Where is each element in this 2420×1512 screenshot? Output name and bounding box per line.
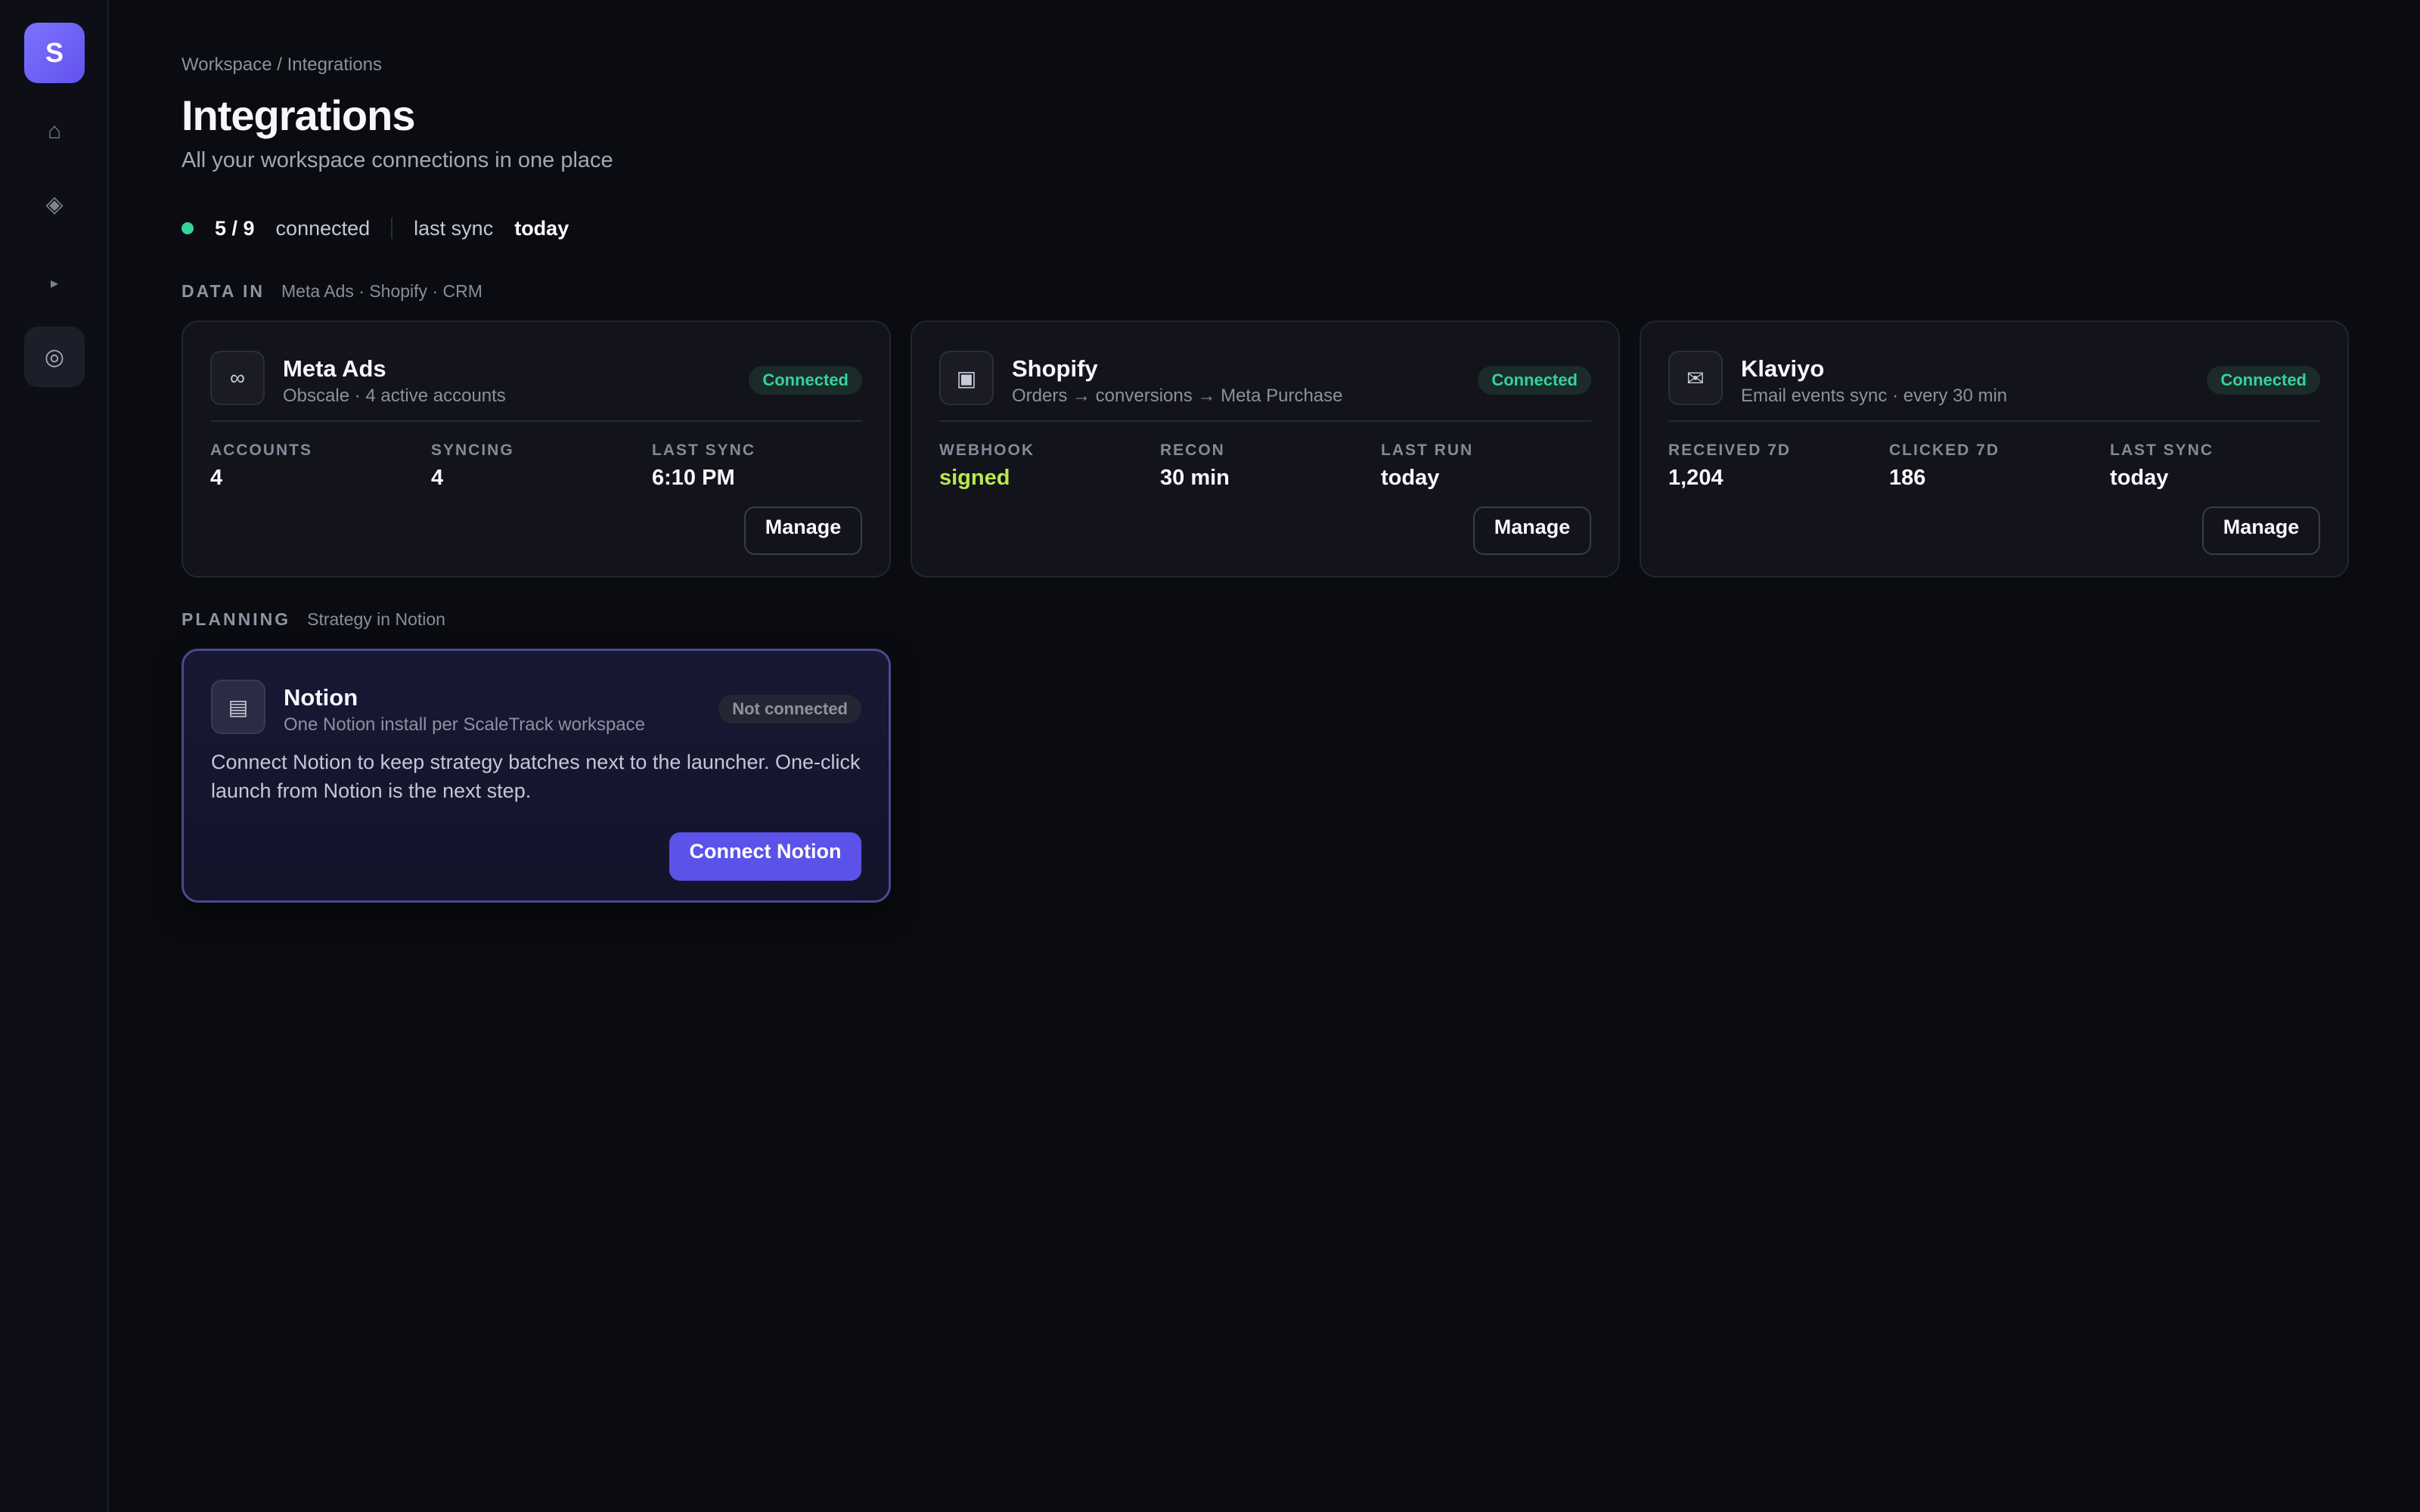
status-badge: Connected xyxy=(2207,366,2320,395)
stat-last-run: LAST RUN today xyxy=(1381,442,1473,491)
home-icon: ⌂ xyxy=(47,119,62,144)
stat-received-7d: RECEIVED 7D 1,204 xyxy=(1668,442,1791,491)
manage-button[interactable]: Manage xyxy=(744,507,862,555)
stat-value: 1,204 xyxy=(1668,466,1723,490)
document-icon: ▤ xyxy=(211,680,265,734)
status-badge: Not connected xyxy=(718,695,861,723)
sidebar: S ⌂ ◈ ▸ ◎ xyxy=(0,0,109,1512)
integration-card-notion: ▤ Notion One Notion install per ScaleTra… xyxy=(182,649,891,903)
integration-subtitle: Email events sync · every 30 min xyxy=(1741,386,2008,406)
status-divider xyxy=(391,218,393,239)
section-title: DATA IN xyxy=(182,281,265,301)
connect-notion-button[interactable]: Connect Notion xyxy=(669,832,861,881)
card-divider xyxy=(939,420,1591,422)
section-title: PLANNING xyxy=(182,609,291,629)
connected-count: 5 / 9 xyxy=(215,216,255,240)
last-sync-label: last sync xyxy=(414,216,494,240)
page-subtitle: All your workspace connections in one pl… xyxy=(182,148,613,172)
infinity-icon: ∞ xyxy=(210,351,265,405)
manage-button[interactable]: Manage xyxy=(2202,507,2320,555)
integration-subtitle: Orders → conversions → Meta Purchase xyxy=(1012,386,1343,406)
stat-value: today xyxy=(2110,466,2169,490)
integration-name: Shopify xyxy=(1012,355,1098,382)
stat-value: 4 xyxy=(210,466,223,490)
stat-value: 186 xyxy=(1889,466,1926,490)
app: S ⌂ ◈ ▸ ◎ Workspace / Integrations Integ… xyxy=(0,0,2420,1512)
stat-accounts: ACCOUNTS 4 xyxy=(210,442,312,491)
stat-label: LAST RUN xyxy=(1381,442,1474,459)
stat-label: CLICKED 7D xyxy=(1889,442,2000,459)
status-badge: Connected xyxy=(1478,366,1591,395)
integration-card-klaviyo: ✉ Klaviyo Email events sync · every 30 m… xyxy=(1640,321,2349,578)
integration-name: Notion xyxy=(284,684,358,711)
stat-value: 4 xyxy=(431,466,444,490)
stat-label: ACCOUNTS xyxy=(210,442,312,459)
mail-icon: ✉ xyxy=(1668,351,1723,405)
connected-label: connected xyxy=(275,216,371,240)
status-dot-icon xyxy=(182,222,194,234)
play-icon: ▸ xyxy=(50,274,59,292)
stat-last-sync: LAST SYNC 6:10 PM xyxy=(652,442,755,491)
target-icon: ◎ xyxy=(44,344,65,370)
card-divider xyxy=(1668,420,2320,422)
integration-subtitle: Obscale · 4 active accounts xyxy=(283,386,506,406)
stat-value: signed xyxy=(939,466,1010,490)
section-planning: PLANNING Strategy in Notion xyxy=(182,609,445,630)
stat-label: LAST SYNC xyxy=(652,442,756,459)
section-desc: Meta Ads · Shopify · CRM xyxy=(281,281,482,301)
stat-label: LAST SYNC xyxy=(2110,442,2214,459)
integration-description: Connect Notion to keep strategy batches … xyxy=(211,751,861,802)
store-icon: ▣ xyxy=(939,351,994,405)
manage-button[interactable]: Manage xyxy=(1473,507,1591,555)
stat-value: today xyxy=(1381,466,1440,490)
integration-card-meta-ads: ∞ Meta Ads Obscale · 4 active accounts C… xyxy=(182,321,891,578)
connection-status: 5 / 9 connected last sync today xyxy=(182,213,569,243)
stat-label: RECEIVED 7D xyxy=(1668,442,1792,459)
sidebar-item-home[interactable]: ⌂ xyxy=(24,101,85,162)
sidebar-item-play[interactable]: ▸ xyxy=(24,253,85,313)
stat-label: SYNCING xyxy=(431,442,514,459)
integration-name: Meta Ads xyxy=(283,355,386,382)
section-data-in: DATA IN Meta Ads · Shopify · CRM xyxy=(182,281,482,302)
stat-webhook: WEBHOOK signed xyxy=(939,442,1035,491)
section-desc: Strategy in Notion xyxy=(307,609,445,629)
page-title: Integrations xyxy=(182,91,415,139)
status-badge: Connected xyxy=(749,366,862,395)
diamond-icon: ◈ xyxy=(45,191,64,217)
stat-syncing: SYNCING 4 xyxy=(431,442,514,491)
sidebar-item-integrations[interactable]: ◎ xyxy=(24,327,85,387)
stat-label: WEBHOOK xyxy=(939,442,1035,459)
stat-recon: RECON 30 min xyxy=(1160,442,1230,491)
integration-card-shopify: ▣ Shopify Orders → conversions → Meta Pu… xyxy=(911,321,1620,578)
stat-value: 30 min xyxy=(1160,466,1230,490)
workspace-logo[interactable]: S xyxy=(24,23,85,83)
stat-clicked-7d: CLICKED 7D 186 xyxy=(1889,442,2000,491)
integration-name: Klaviyo xyxy=(1741,355,1825,382)
stat-value: 6:10 PM xyxy=(652,466,735,490)
integration-subtitle: One Notion install per ScaleTrack worksp… xyxy=(284,714,645,735)
last-sync-value: today xyxy=(514,216,569,240)
stat-label: RECON xyxy=(1160,442,1225,459)
stat-last-sync: LAST SYNC today xyxy=(2110,442,2214,491)
breadcrumb[interactable]: Workspace / Integrations xyxy=(182,54,382,76)
card-divider xyxy=(210,420,862,422)
sidebar-item-tag[interactable]: ◈ xyxy=(24,174,85,234)
